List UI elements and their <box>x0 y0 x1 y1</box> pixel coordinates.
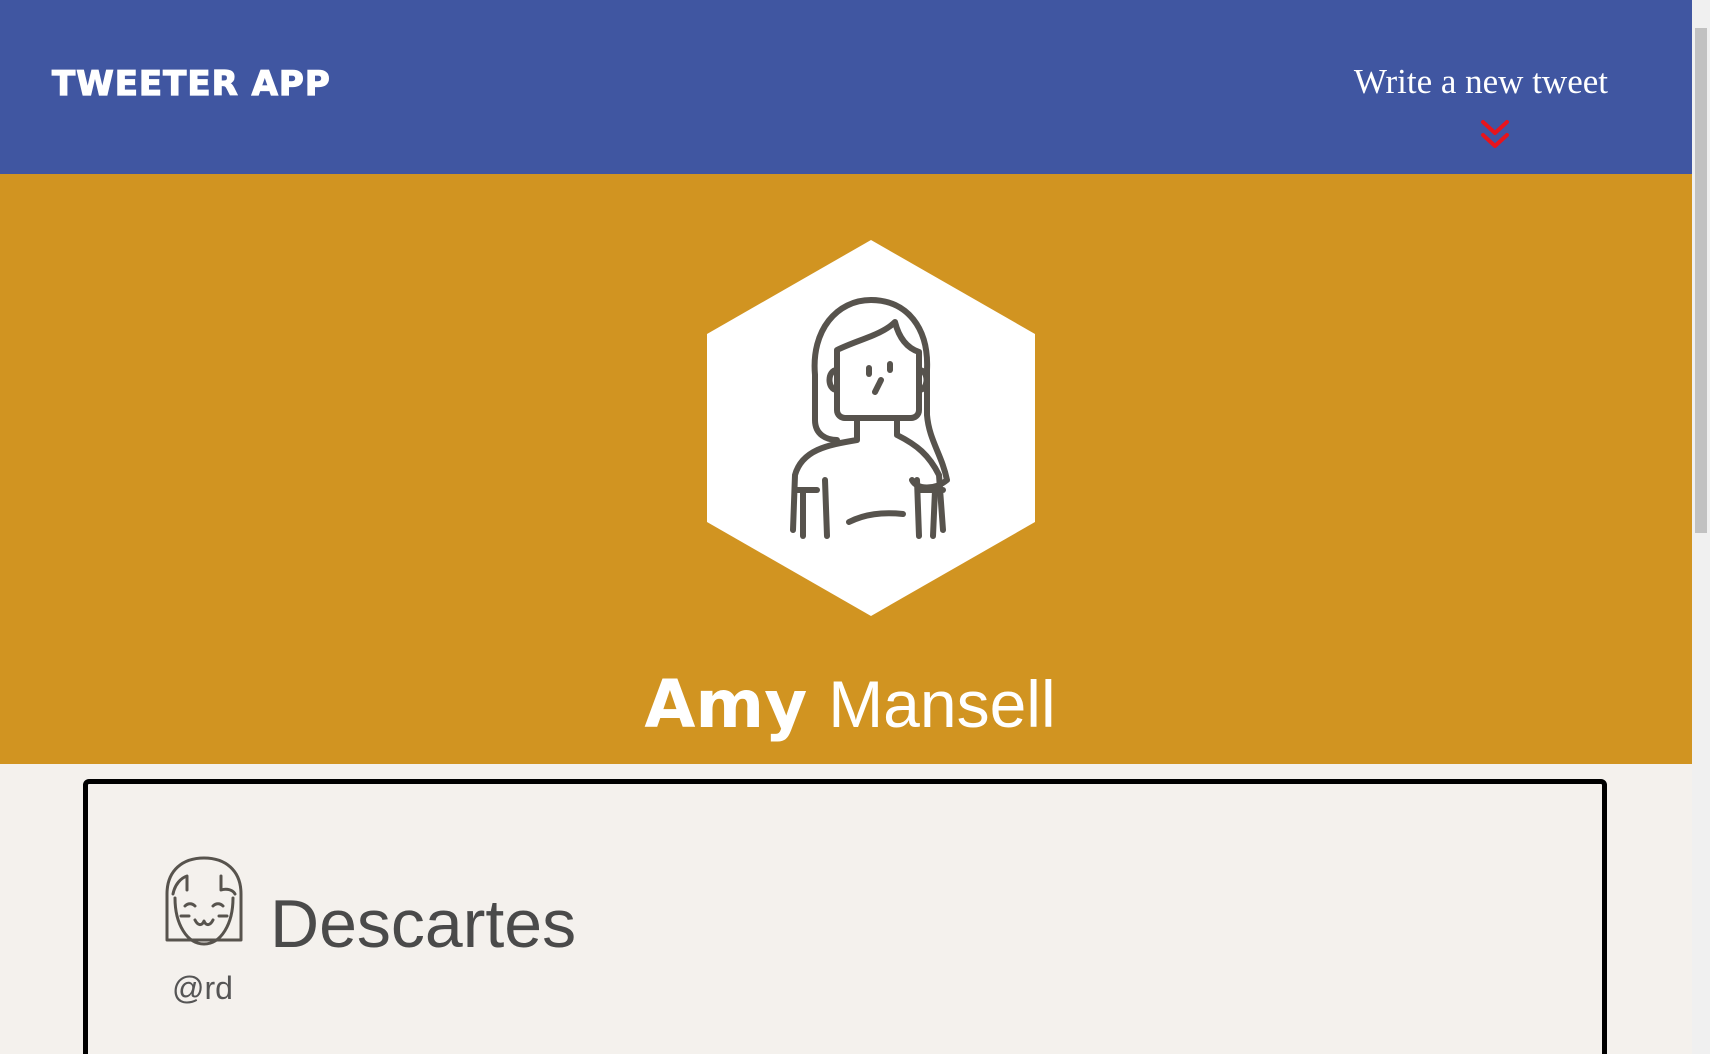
hexagon-frame <box>707 240 1035 616</box>
profile-first-name: Amy <box>644 666 808 743</box>
profile-last-name: Mansell <box>828 667 1056 741</box>
vertical-scrollbar[interactable] <box>1692 0 1710 1054</box>
navbar: TWEETER APP Write a new tweet <box>0 0 1692 174</box>
scrollbar-thumb[interactable] <box>1695 28 1707 533</box>
girl-avatar-icon <box>165 856 243 946</box>
profile-avatar <box>707 240 1035 616</box>
profile-header: Amy Mansell <box>0 174 1692 764</box>
page: TWEETER APP Write a new tweet Amy Mansel… <box>0 0 1710 1054</box>
tweet-card: Descartes @rd <box>83 779 1607 1054</box>
tweet-author-name: Descartes <box>270 886 577 962</box>
write-tweet-toggle[interactable]: Write a new tweet <box>1308 62 1608 148</box>
tweet-author-handle: @rd <box>172 970 233 1006</box>
write-tweet-label[interactable]: Write a new tweet <box>1308 62 1608 102</box>
profile-name: Amy Mansell <box>0 664 1700 745</box>
double-chevron-down-icon[interactable] <box>1480 118 1510 152</box>
app-brand[interactable]: TWEETER APP <box>51 63 331 104</box>
